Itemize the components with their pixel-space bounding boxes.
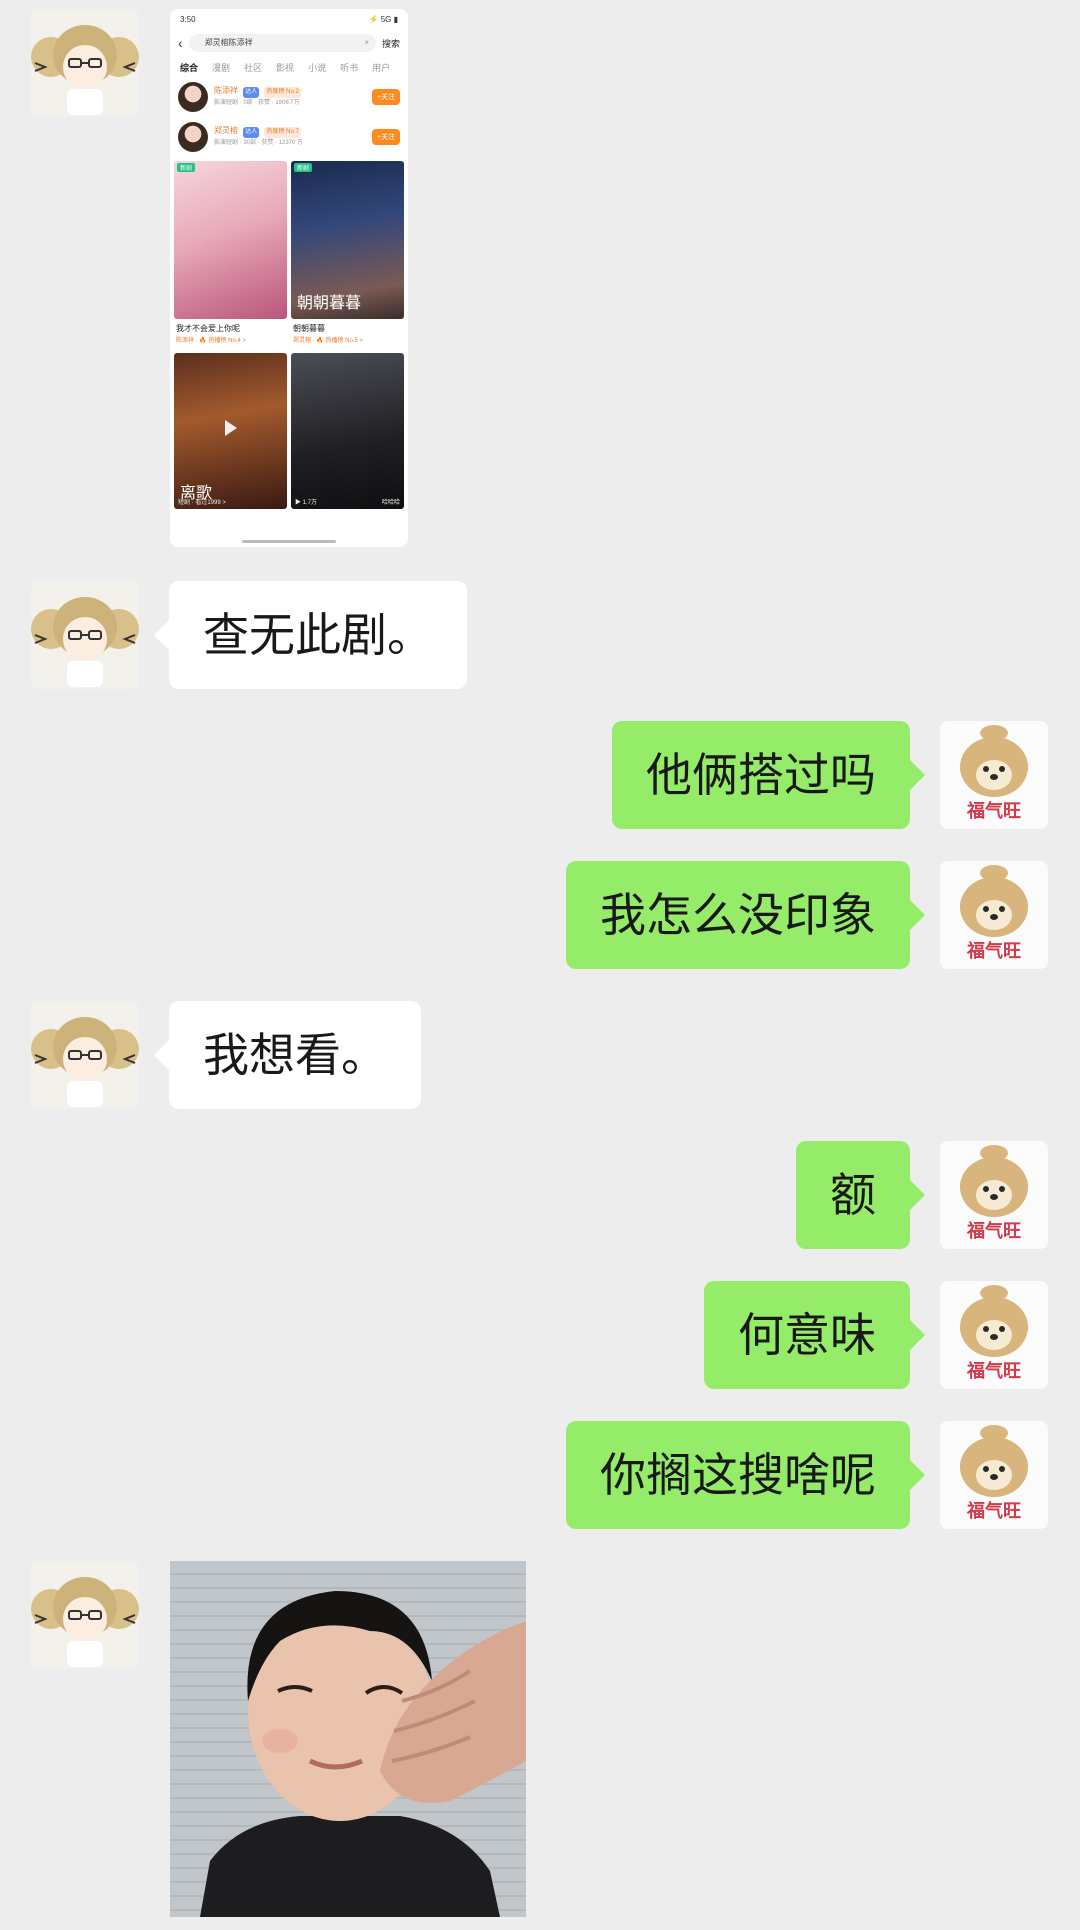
drama-grid: 新剧 我才不会爱上你呢 陈添祥 · 🔥 热播榜 No.4 > 新剧 朝朝暮暮 朝… xyxy=(170,157,408,509)
rank-tag: 热度榜 No.2 xyxy=(264,87,301,98)
tab-comics[interactable]: 漫剧 xyxy=(212,61,230,77)
drama-card[interactable]: 离歌 短剧 · 看过1999 > xyxy=(174,353,287,509)
outgoing-message[interactable]: 你搁这搜啥呢 xyxy=(566,1421,925,1529)
home-indicator xyxy=(242,540,336,543)
new-badge: 新剧 xyxy=(294,163,313,172)
view-count: ▶ 1.7万 xyxy=(295,500,318,506)
search-query: 郑灵榕陈添祥 xyxy=(204,38,253,47)
drama-card[interactable]: 新剧 朝朝暮暮 朝朝暮暮 郑灵榕 · 🔥 热播榜 No.5 > xyxy=(291,161,404,349)
avatar-caption: 福气旺 xyxy=(966,1220,1021,1242)
user-result[interactable]: 陈添祥 达人 热度榜 No.2 影演短剧 · 0部 · 获赞 · 1906.7万… xyxy=(170,77,408,117)
user-tag: 达人 xyxy=(243,87,260,98)
drama-poster: 新剧 朝朝暮暮 xyxy=(291,161,404,319)
user-stats: 影演短剧 · 0部 · 获赞 · 1906.7万 xyxy=(214,100,300,106)
contact-avatar[interactable] xyxy=(31,1001,139,1109)
user-name: 陈添祥 xyxy=(214,86,238,95)
result-tabs: 综合 漫剧 社区 影视 小说 听书 用户 xyxy=(170,55,408,77)
status-time: 3:50 xyxy=(180,15,196,24)
play-icon xyxy=(224,419,237,436)
rank-tag: 热度榜 No.7 xyxy=(264,127,301,138)
clear-icon[interactable]: × xyxy=(364,34,369,52)
tab-audiobook[interactable]: 听书 xyxy=(340,61,358,77)
my-avatar[interactable]: 福气旺 xyxy=(940,1281,1048,1389)
my-avatar[interactable]: 福气旺 xyxy=(940,721,1048,829)
avatar-caption: 福气旺 xyxy=(966,940,1021,962)
outgoing-message[interactable]: 额 xyxy=(796,1141,925,1249)
drama-meta: 郑灵榕 · 🔥 热播榜 No.5 > xyxy=(293,338,363,344)
outgoing-message[interactable]: 何意味 xyxy=(704,1281,925,1389)
drama-card[interactable]: 新剧 我才不会爱上你呢 陈添祥 · 🔥 热播榜 No.4 > xyxy=(174,161,287,349)
search-button[interactable]: 搜索 xyxy=(382,37,400,50)
search-input[interactable]: 郑灵榕陈添祥 × xyxy=(188,34,376,52)
tab-video[interactable]: 影视 xyxy=(276,61,294,77)
user-avatar xyxy=(178,82,208,112)
contact-avatar[interactable] xyxy=(31,9,139,117)
back-icon[interactable]: ‹ xyxy=(178,36,183,50)
status-bar: 3:50 ⚡ 5G ▮ xyxy=(170,9,408,31)
status-icons: ⚡ 5G ▮ xyxy=(368,15,398,24)
my-avatar[interactable]: 福气旺 xyxy=(940,1141,1048,1249)
chat-view: 3:50 ⚡ 5G ▮ ‹ 郑灵榕陈添祥 × 搜索 综合 漫剧 社区 影视 小说… xyxy=(0,0,1080,1930)
shared-screenshot-image[interactable]: 3:50 ⚡ 5G ▮ ‹ 郑灵榕陈添祥 × 搜索 综合 漫剧 社区 影视 小说… xyxy=(170,9,408,547)
incoming-message[interactable]: 查无此剧。 xyxy=(154,581,467,689)
user-avatar xyxy=(178,122,208,152)
drama-meta: 陈添祥 · 🔥 热播榜 No.4 > xyxy=(176,338,246,344)
contact-avatar[interactable] xyxy=(31,581,139,689)
user-name: 郑灵榕 xyxy=(214,126,238,135)
tab-users[interactable]: 用户 xyxy=(372,61,390,77)
drama-title: 朝朝暮暮 xyxy=(293,324,325,333)
avatar-caption: 福气旺 xyxy=(966,1500,1021,1522)
user-tag: 达人 xyxy=(243,127,260,138)
uploader-name: 哈哈哈 xyxy=(381,500,400,506)
view-count: 短剧 · 看过1999 > xyxy=(178,500,226,506)
avatar-caption: 福气旺 xyxy=(966,1360,1021,1382)
incoming-message[interactable]: 我想看。 xyxy=(154,1001,421,1109)
drama-poster: ▶ 1.7万 哈哈哈 xyxy=(291,353,404,509)
tab-novel[interactable]: 小说 xyxy=(308,61,326,77)
user-result[interactable]: 郑灵榕 达人 热度榜 No.7 影演短剧 · 30部 · 获赞 · 12370 … xyxy=(170,117,408,157)
drama-card[interactable]: ▶ 1.7万 哈哈哈 xyxy=(291,353,404,509)
user-stats: 影演短剧 · 30部 · 获赞 · 12370 万 xyxy=(214,140,304,146)
follow-button[interactable]: +关注 xyxy=(371,129,400,145)
drama-title: 我才不会爱上你呢 xyxy=(176,324,240,333)
search-bar: ‹ 郑灵榕陈添祥 × 搜索 xyxy=(170,31,408,55)
avatar-caption: 福气旺 xyxy=(966,800,1021,822)
tab-all[interactable]: 综合 xyxy=(180,61,198,77)
follow-button[interactable]: +关注 xyxy=(371,89,400,105)
my-avatar[interactable]: 福气旺 xyxy=(940,861,1048,969)
drama-poster: 离歌 短剧 · 看过1999 > xyxy=(174,353,287,509)
new-badge: 新剧 xyxy=(177,163,196,172)
tab-community[interactable]: 社区 xyxy=(244,61,262,77)
sticker-image[interactable] xyxy=(170,1561,526,1917)
contact-avatar[interactable] xyxy=(31,1561,139,1669)
poster-title: 朝朝暮暮 xyxy=(297,293,362,312)
outgoing-message[interactable]: 他俩搭过吗 xyxy=(612,721,925,829)
drama-poster: 新剧 xyxy=(174,161,287,319)
outgoing-message[interactable]: 我怎么没印象 xyxy=(566,861,925,969)
my-avatar[interactable]: 福气旺 xyxy=(940,1421,1048,1529)
